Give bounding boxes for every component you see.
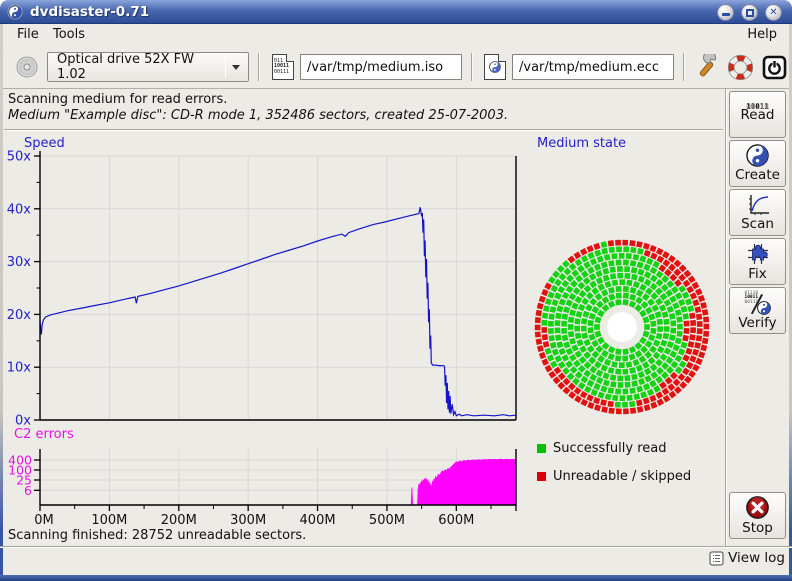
read-button[interactable]: 01110 10011 00111 Read bbox=[729, 91, 786, 138]
footer-status: Scanning finished: 28752 unreadable sect… bbox=[8, 528, 306, 543]
view-log-label: View log bbox=[728, 550, 785, 566]
legend-unreadable-label: Unreadable / skipped bbox=[553, 469, 691, 484]
scan-button[interactable]: Scan bbox=[729, 189, 786, 236]
legend-red-swatch bbox=[537, 472, 546, 481]
ecc-file-icon bbox=[484, 54, 506, 80]
combo-separator bbox=[225, 56, 226, 78]
preferences-button[interactable] bbox=[691, 51, 721, 83]
separator bbox=[725, 89, 727, 547]
toolbar-separator bbox=[258, 53, 260, 81]
help-button[interactable] bbox=[725, 51, 755, 83]
medium-state-disc bbox=[532, 236, 712, 418]
stop-button[interactable]: Stop bbox=[729, 492, 786, 539]
fix-button-label: Fix bbox=[748, 266, 767, 282]
view-log-button[interactable]: View log bbox=[709, 550, 785, 566]
verify-button-label: Verify bbox=[738, 315, 776, 331]
svg-text:0M: 0M bbox=[34, 513, 54, 528]
svg-text:30x: 30x bbox=[7, 255, 32, 270]
toolbar-separator bbox=[683, 53, 685, 81]
verify-icon: 01110 10011 00111 bbox=[745, 291, 771, 315]
create-button[interactable]: Create bbox=[729, 140, 786, 187]
legend-item-read: Successfully read bbox=[537, 441, 666, 456]
maximize-icon bbox=[746, 9, 754, 17]
drive-selector[interactable]: Optical drive 52X FW 1.02 bbox=[47, 52, 249, 82]
svg-text:400: 400 bbox=[8, 453, 32, 468]
close-icon: ✕ bbox=[769, 8, 777, 18]
separator bbox=[0, 546, 792, 548]
status-line-2: Medium "Example disc": CD-R mode 1, 3524… bbox=[8, 108, 508, 123]
separator bbox=[4, 129, 723, 131]
toolbar: Optical drive 52X FW 1.02 011 10011 0011… bbox=[3, 46, 789, 89]
close-button[interactable]: ✕ bbox=[765, 4, 782, 21]
svg-text:300M: 300M bbox=[230, 513, 266, 528]
eject-drive-button[interactable] bbox=[11, 51, 43, 83]
yin-yang-icon bbox=[746, 144, 769, 167]
title-bar[interactable]: dvdisaster-0.71 ✕ bbox=[0, 0, 792, 24]
svg-text:50x: 50x bbox=[7, 150, 32, 165]
svg-text:500M: 500M bbox=[369, 513, 405, 528]
window-frame-bottom bbox=[0, 575, 792, 581]
toolbar-separator bbox=[471, 53, 473, 81]
menu-help[interactable]: Help bbox=[739, 24, 785, 46]
drive-selector-value: Optical drive 52X FW 1.02 bbox=[48, 52, 225, 82]
svg-text:40x: 40x bbox=[7, 202, 32, 217]
puzzle-piece-icon bbox=[746, 242, 770, 266]
stop-icon bbox=[745, 495, 770, 520]
svg-text:600M: 600M bbox=[438, 513, 474, 528]
log-icon bbox=[709, 551, 724, 566]
legend-item-unreadable: Unreadable / skipped bbox=[537, 469, 691, 484]
create-button-label: Create bbox=[735, 167, 780, 183]
ecc-path-input[interactable] bbox=[512, 54, 674, 80]
svg-text:0x: 0x bbox=[15, 414, 31, 429]
svg-text:20x: 20x bbox=[7, 308, 32, 323]
stop-button-label: Stop bbox=[742, 520, 773, 536]
menu-tools[interactable]: Tools bbox=[45, 24, 93, 46]
legend-green-swatch bbox=[537, 444, 546, 453]
quit-button[interactable] bbox=[759, 51, 789, 83]
chevron-down-icon bbox=[232, 65, 240, 70]
dvdisaster-window: dvdisaster-0.71 ✕ File Tools Help Optica… bbox=[0, 0, 792, 581]
cd-disc-icon bbox=[15, 55, 39, 79]
iso-path-input[interactable] bbox=[300, 54, 462, 80]
ecc-file-button[interactable] bbox=[481, 51, 509, 83]
svg-text:10x: 10x bbox=[7, 361, 32, 376]
minimize-icon bbox=[722, 13, 730, 16]
status-line-1: Scanning medium for read errors. bbox=[8, 92, 227, 107]
wrench-icon bbox=[693, 54, 719, 80]
lifesaver-icon bbox=[728, 55, 753, 80]
minimize-button[interactable] bbox=[717, 4, 734, 21]
menu-file[interactable]: File bbox=[9, 24, 47, 46]
svg-text:400M: 400M bbox=[300, 513, 336, 528]
svg-text:100M: 100M bbox=[91, 513, 127, 528]
fix-button[interactable]: Fix bbox=[729, 238, 786, 285]
menu-bar: File Tools Help bbox=[3, 24, 789, 46]
read-button-label: Read bbox=[741, 107, 775, 123]
app-icon bbox=[7, 4, 23, 20]
verify-button[interactable]: 01110 10011 00111 Verify bbox=[729, 287, 786, 334]
window-title: dvdisaster-0.71 bbox=[30, 4, 149, 20]
scan-chart-icon bbox=[746, 193, 770, 216]
scan-button-label: Scan bbox=[741, 216, 774, 232]
maximize-button[interactable] bbox=[741, 4, 758, 21]
power-icon bbox=[762, 55, 787, 80]
iso-file-button[interactable]: 011 10011 00111 bbox=[269, 51, 297, 83]
iso-icon-line: 00111 bbox=[274, 70, 289, 76]
svg-text:200M: 200M bbox=[161, 513, 197, 528]
legend-read-label: Successfully read bbox=[553, 441, 666, 456]
iso-file-icon: 011 10011 00111 bbox=[272, 54, 294, 80]
